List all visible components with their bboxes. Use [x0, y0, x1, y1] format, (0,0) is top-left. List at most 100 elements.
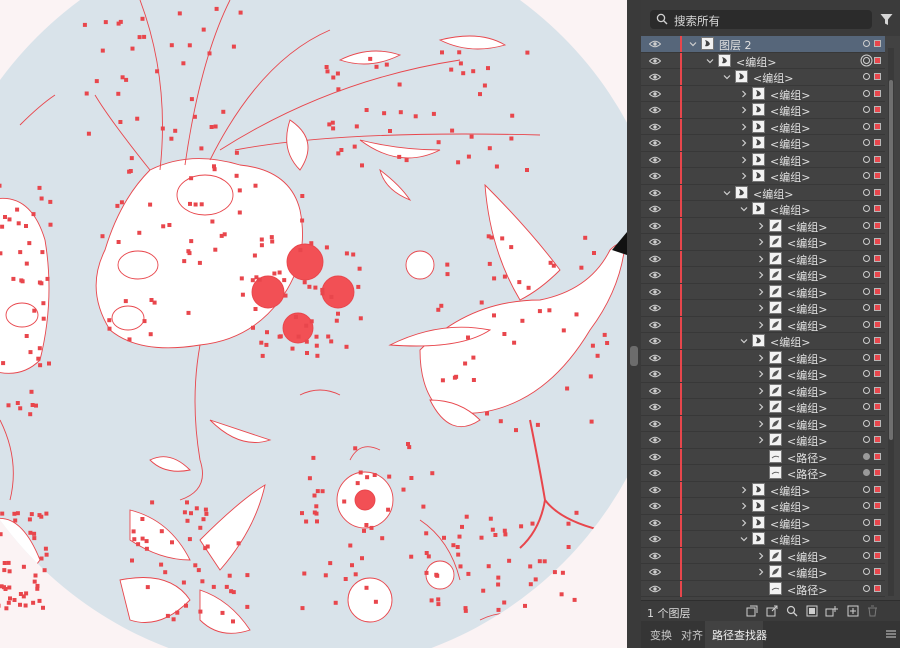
target-appearance-icon[interactable]: [863, 518, 870, 526]
tab-pathfinder[interactable]: 路径查找器: [712, 627, 767, 643]
chevron-right-icon[interactable]: [740, 486, 748, 494]
layer-list-scrollbar[interactable]: [888, 40, 894, 596]
chevron-right-icon[interactable]: [740, 519, 748, 527]
selection-indicator[interactable]: [874, 56, 881, 64]
target-appearance-icon[interactable]: [863, 304, 870, 311]
visibility-eye-icon[interactable]: [649, 156, 661, 164]
target-appearance-icon[interactable]: [863, 271, 870, 278]
target-appearance-icon[interactable]: [863, 188, 870, 196]
layer-row[interactable]: <路径>: [641, 465, 885, 482]
layer-name[interactable]: <路径>: [787, 582, 827, 598]
layer-row[interactable]: 图层 2: [641, 36, 885, 53]
target-appearance-icon[interactable]: [863, 535, 870, 542]
chevron-right-icon[interactable]: [757, 387, 765, 395]
layer-name[interactable]: <编组>: [770, 483, 810, 499]
visibility-eye-icon[interactable]: [649, 502, 661, 510]
layer-name[interactable]: <编组>: [770, 87, 810, 103]
selection-indicator[interactable]: [874, 304, 881, 311]
visibility-eye-icon[interactable]: [649, 40, 661, 48]
target-appearance-icon[interactable]: [863, 254, 870, 262]
selection-indicator[interactable]: [874, 370, 881, 377]
layer-name[interactable]: <编组>: [770, 120, 810, 136]
visibility-eye-icon[interactable]: [649, 453, 661, 461]
visibility-eye-icon[interactable]: [649, 387, 661, 395]
visibility-eye-icon[interactable]: [649, 585, 661, 593]
chevron-right-icon[interactable]: [757, 238, 765, 246]
selection-indicator[interactable]: [874, 436, 881, 443]
chevron-right-icon[interactable]: [757, 222, 765, 230]
target-appearance-icon[interactable]: [863, 56, 870, 64]
layer-name[interactable]: <编组>: [787, 433, 827, 449]
locate-object-icon[interactable]: [786, 605, 798, 617]
visibility-eye-icon[interactable]: [649, 123, 661, 131]
layer-row[interactable]: <路径>: [641, 448, 885, 465]
layer-row[interactable]: <编组>: [641, 366, 885, 383]
visibility-eye-icon[interactable]: [649, 321, 661, 329]
visibility-eye-icon[interactable]: [649, 255, 661, 263]
visibility-eye-icon[interactable]: [649, 304, 661, 312]
target-appearance-icon[interactable]: [863, 73, 870, 80]
visibility-eye-icon[interactable]: [649, 568, 661, 576]
chevron-down-icon[interactable]: [723, 73, 731, 81]
layer-name[interactable]: <编组>: [753, 186, 793, 202]
selection-indicator[interactable]: [874, 73, 881, 80]
target-appearance-icon[interactable]: [863, 205, 870, 212]
chevron-right-icon[interactable]: [740, 172, 748, 180]
target-appearance-icon[interactable]: [863, 287, 870, 295]
selection-indicator[interactable]: [874, 535, 881, 542]
visibility-eye-icon[interactable]: [649, 354, 661, 362]
layer-row[interactable]: <编组>: [641, 514, 885, 531]
delete-layer-icon[interactable]: [867, 605, 878, 617]
chevron-right-icon[interactable]: [757, 568, 765, 576]
chevron-right-icon[interactable]: [757, 271, 765, 279]
layer-row[interactable]: <编组>: [641, 52, 885, 70]
layer-row[interactable]: <编组>: [641, 564, 885, 581]
selection-indicator[interactable]: [874, 287, 881, 295]
chevron-right-icon[interactable]: [757, 288, 765, 296]
layer-row[interactable]: <编组>: [641, 349, 885, 366]
target-appearance-icon[interactable]: [863, 320, 870, 328]
layer-name[interactable]: <编组>: [787, 285, 827, 301]
target-appearance-icon[interactable]: [863, 122, 870, 130]
layer-name[interactable]: <编组>: [770, 169, 810, 185]
layer-row[interactable]: <路径>: [641, 580, 885, 598]
visibility-eye-icon[interactable]: [649, 552, 661, 560]
selection-indicator[interactable]: [874, 584, 881, 592]
layer-row[interactable]: <编组>: [641, 547, 885, 564]
chevron-right-icon[interactable]: [757, 436, 765, 444]
chevron-right-icon[interactable]: [740, 156, 748, 164]
selection-indicator[interactable]: [874, 353, 881, 361]
layer-name[interactable]: <编组>: [770, 103, 810, 119]
layer-row[interactable]: <编组>: [641, 382, 885, 399]
visibility-eye-icon[interactable]: [649, 436, 661, 444]
layer-row[interactable]: <编组>: [641, 498, 885, 515]
layer-row[interactable]: <编组>: [641, 69, 885, 86]
chevron-right-icon[interactable]: [757, 420, 765, 428]
target-appearance-icon[interactable]: [863, 40, 870, 47]
selection-indicator[interactable]: [874, 452, 881, 460]
target-appearance-icon[interactable]: [863, 551, 870, 559]
layer-name[interactable]: <编组>: [736, 54, 776, 70]
visibility-eye-icon[interactable]: [649, 420, 661, 428]
selection-indicator[interactable]: [874, 320, 881, 328]
selection-indicator[interactable]: [874, 188, 881, 196]
layer-name[interactable]: <编组>: [787, 400, 827, 416]
target-appearance-icon[interactable]: [863, 337, 870, 344]
search-input[interactable]: 搜索所有: [650, 10, 872, 29]
visibility-eye-icon[interactable]: [649, 90, 661, 98]
layer-row[interactable]: <编组>: [641, 316, 885, 333]
layer-name[interactable]: <编组>: [787, 235, 827, 251]
target-appearance-icon[interactable]: [863, 238, 870, 245]
chevron-right-icon[interactable]: [757, 321, 765, 329]
target-appearance-icon[interactable]: [863, 155, 870, 163]
layer-row[interactable]: <编组>: [641, 151, 885, 168]
layer-row[interactable]: <编组>: [641, 135, 885, 152]
layer-row[interactable]: <编组>: [641, 184, 885, 202]
layer-name[interactable]: <路径>: [787, 466, 827, 482]
chevron-down-icon[interactable]: [689, 40, 697, 48]
target-appearance-icon[interactable]: [863, 221, 870, 229]
canvas-scroll-handle[interactable]: [630, 346, 638, 366]
layer-row[interactable]: <编组>: [641, 234, 885, 251]
selection-indicator[interactable]: [874, 485, 881, 493]
tab-align[interactable]: 对齐: [681, 627, 703, 643]
